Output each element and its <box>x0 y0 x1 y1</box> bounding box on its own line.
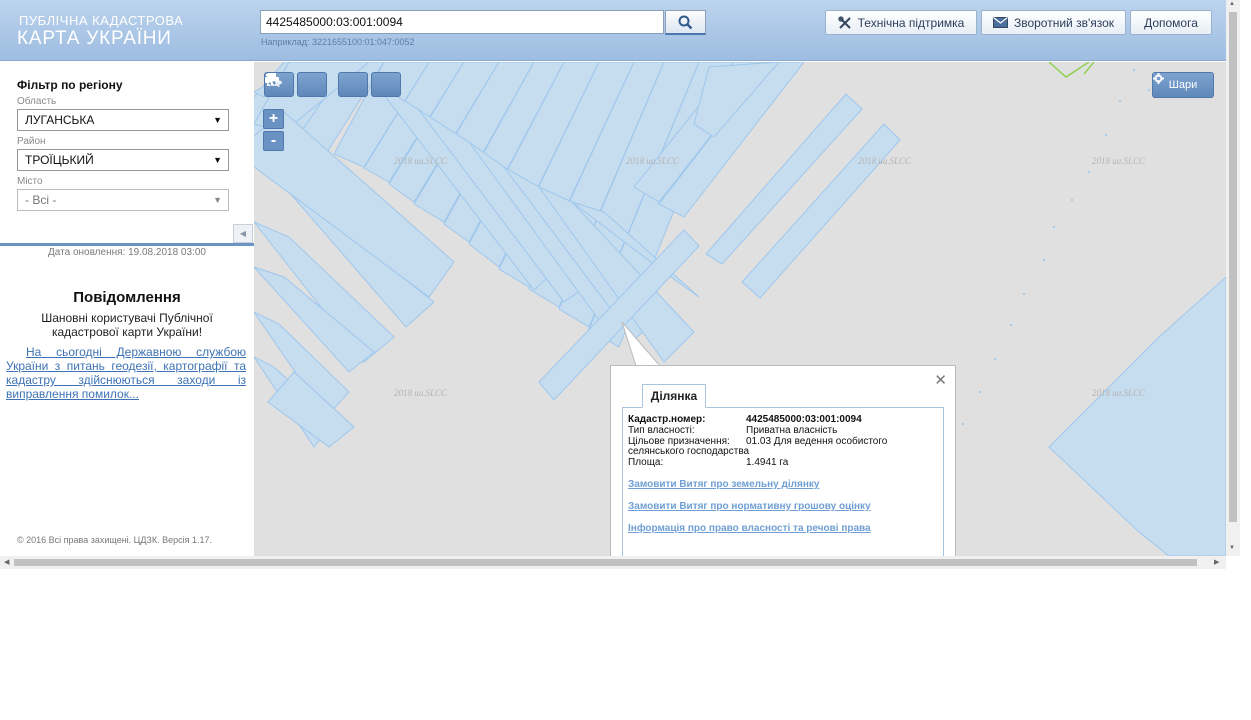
collapse-sidebar-button[interactable]: ◀ <box>233 224 253 243</box>
tools-icon <box>837 15 851 29</box>
feedback-label: Зворотний зв'язок <box>1013 15 1115 30</box>
app-window: ПУБЛІЧНА КАДАСТРОВА КАРТА УКРАЇНИ Наприк… <box>0 0 1251 569</box>
map-toolbar: м м² ? <box>264 72 401 97</box>
ownership-info-link[interactable]: Інформація про право власності та речові… <box>628 523 871 534</box>
dropdown-arrow-icon: ▼ <box>213 115 222 125</box>
sidebar: Фільтр по регіону Область ЛУГАНСЬКА ▼ Ра… <box>0 62 254 556</box>
search-icon <box>678 15 693 29</box>
oblast-value: ЛУГАНСЬКА <box>25 113 95 127</box>
cadastral-label: Кадастр.номер: <box>628 414 706 425</box>
help-label: Допомога <box>1144 15 1198 30</box>
help-button[interactable]: Допомога <box>1130 10 1212 35</box>
cadastral-value: 4425485000:03:001:0094 <box>746 414 862 425</box>
logo-line-1[interactable]: ПУБЛІЧНА КАДАСТРОВА <box>19 13 183 28</box>
order-valuation-link[interactable]: Замовити Витяг про нормативну грошову оц… <box>628 501 871 512</box>
zoom-out-button[interactable]: - <box>263 131 284 151</box>
vertical-scroll-thumb[interactable] <box>1229 12 1237 522</box>
search-hint: Наприклад: 3221655100:01:047:0052 <box>261 37 415 47</box>
map-watermark: 2018 ua.SLCC <box>1092 156 1146 166</box>
ownership-label: Тип власності: <box>628 425 695 436</box>
map-watermark: 2018 ua.SLCC <box>394 156 448 166</box>
sidebar-divider <box>0 243 254 246</box>
scroll-left-icon[interactable]: ◀ <box>4 558 9 566</box>
feedback-button[interactable]: Зворотний зв'язок <box>981 10 1126 35</box>
logo-line-2[interactable]: КАРТА УКРАЇНИ <box>17 28 172 50</box>
zoom-in-button[interactable]: + <box>263 109 284 129</box>
city-value: - Всі - <box>25 193 57 207</box>
city-label: Місто <box>17 176 43 187</box>
oblast-select[interactable]: ЛУГАНСЬКА ▼ <box>17 109 229 131</box>
map-watermark: 2018 ua.SLCC <box>1092 388 1146 398</box>
area-value: 1.4941 га <box>746 457 789 468</box>
search-button[interactable] <box>665 10 706 35</box>
filter-title: Фільтр по регіону <box>17 78 123 92</box>
dropdown-arrow-icon: ▼ <box>213 155 222 165</box>
close-icon[interactable]: ✕ <box>934 371 947 389</box>
search-input[interactable] <box>260 10 664 34</box>
print-button[interactable] <box>265 72 368 97</box>
message-text: Шановні користувачі Публічної кадастрово… <box>41 311 213 339</box>
envelope-icon <box>992 17 1008 28</box>
parcel-info: Кадастр.номер: 4425485000:03:001:0094 Ти… <box>622 407 944 556</box>
layers-button[interactable]: Шари <box>1152 72 1214 98</box>
oblast-label: Область <box>17 96 57 107</box>
scroll-right-icon[interactable]: ▶ <box>1214 558 1219 566</box>
message-link[interactable]: На сьогодні Державною службою України з … <box>6 345 246 401</box>
support-label: Технічна підтримка <box>857 15 965 30</box>
map-canvas[interactable]: 2018 ua.SLCC 2018 ua.SLCC 2018 ua.SLCC 2… <box>254 62 1226 556</box>
update-date: Дата оновлення: 19.08.2018 03:00 <box>48 247 206 258</box>
parcel-popup: ✕ Ділянка Кадастр.номер: 4425485000:03:0… <box>610 365 956 556</box>
purpose-value-continued: селянського господарства <box>628 446 750 457</box>
area-label: Площа: <box>628 457 664 468</box>
ownership-value: Приватна власність <box>746 425 838 436</box>
dropdown-arrow-icon: ▼ <box>213 195 222 205</box>
vertical-scrollbar[interactable]: ▲ ▼ <box>1226 0 1240 556</box>
rayon-value: ТРОЇЦЬКИЙ <box>25 153 94 167</box>
copyright: © 2016 Всі права захищені. ЦДЗК. Версія … <box>17 535 213 545</box>
measure-area-button[interactable]: м² <box>266 72 327 97</box>
svg-text:?: ? <box>276 79 282 88</box>
scroll-up-icon[interactable]: ▲ <box>1229 1 1235 7</box>
scroll-down-icon[interactable]: ▼ <box>1229 545 1235 551</box>
tab-parcel[interactable]: Ділянка <box>642 384 706 408</box>
rayon-select[interactable]: ТРОЇЦЬКИЙ ▼ <box>17 149 229 171</box>
horizontal-scrollbar[interactable]: ◀ ▶ <box>0 556 1226 569</box>
horizontal-scroll-thumb[interactable] <box>14 559 1197 566</box>
map-watermark: 2018 ua.SLCC <box>858 156 912 166</box>
layers-label: Шари <box>1168 79 1198 91</box>
purpose-value: 01.03 Для ведення особистого <box>746 436 888 447</box>
gear-icon <box>1153 73 1164 84</box>
map-watermark: 2018 ua.SLCC <box>626 156 680 166</box>
cursor-question-icon: ? <box>267 73 282 88</box>
order-extract-link[interactable]: Замовити Витяг про земельну ділянку <box>628 479 819 490</box>
identify-button[interactable]: ? <box>267 72 401 97</box>
map-watermark: 2018 ua.SLCC <box>394 388 448 398</box>
rayon-label: Район <box>17 136 46 147</box>
city-select[interactable]: - Всі - ▼ <box>17 189 229 211</box>
message-title: Повідомлення <box>73 289 181 306</box>
support-button[interactable]: Технічна підтримка <box>825 10 977 35</box>
header-bar: ПУБЛІЧНА КАДАСТРОВА КАРТА УКРАЇНИ Наприк… <box>0 0 1226 61</box>
